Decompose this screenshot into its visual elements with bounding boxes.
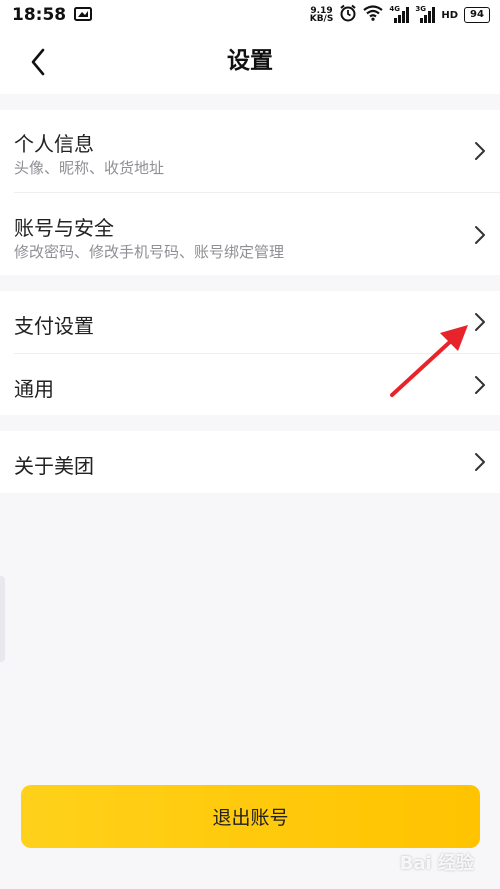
chevron-right-icon xyxy=(475,142,485,160)
wifi-icon xyxy=(363,5,384,25)
edge-handle[interactable] xyxy=(0,576,5,662)
row-title: 通用 xyxy=(14,377,54,401)
watermark-text: Bai 经验 xyxy=(399,853,474,874)
settings-row-profile[interactable]: 个人信息 头像、昵称、收货地址 xyxy=(0,110,500,192)
row-title: 账号与安全 xyxy=(14,216,114,240)
alarm-icon xyxy=(339,4,357,26)
chevron-right-icon xyxy=(475,313,485,331)
settings-row-general[interactable]: 通用 xyxy=(0,353,500,415)
row-subtitle: 修改密码、修改手机号码、账号绑定管理 xyxy=(14,243,285,261)
settings-group-personal: 个人信息 头像、昵称、收货地址 账号与安全 修改密码、修改手机号码、账号绑定管理 xyxy=(0,110,500,275)
row-subtitle: 头像、昵称、收货地址 xyxy=(14,159,165,177)
logout-button[interactable]: 退出账号 xyxy=(21,785,480,848)
settings-row-account[interactable]: 账号与安全 修改密码、修改手机号码、账号绑定管理 xyxy=(0,192,500,275)
network-speed: 9.19 KB/S xyxy=(309,6,334,24)
back-button[interactable] xyxy=(20,44,56,80)
signal-sim1-icon: 4G xyxy=(389,5,410,23)
settings-group-about: 关于美团 xyxy=(0,431,500,493)
logout-label: 退出账号 xyxy=(212,807,289,829)
signal-sim2-icon: 3G xyxy=(415,5,436,23)
settings-group-app: 支付设置 通用 xyxy=(0,291,500,415)
chevron-right-icon xyxy=(475,453,485,471)
chevron-right-icon xyxy=(475,376,485,394)
settings-row-about[interactable]: 关于美团 xyxy=(0,431,500,493)
status-time: 18:58 xyxy=(12,5,67,25)
row-title: 支付设置 xyxy=(14,314,94,338)
row-title: 关于美团 xyxy=(14,454,94,478)
notification-icon xyxy=(74,6,93,25)
chevron-right-icon xyxy=(475,226,485,244)
hd-indicator: HD xyxy=(441,9,458,21)
status-bar: 18:58 9.19 KB/S 4G 3G HD 94 xyxy=(0,0,500,30)
nav-bar: 设置 xyxy=(0,30,500,94)
battery-indicator: 94 xyxy=(464,7,490,23)
watermark: Bai 经验 xyxy=(400,849,474,875)
settings-row-payment[interactable]: 支付设置 xyxy=(0,291,500,353)
page-title: 设置 xyxy=(227,48,273,74)
chevron-left-icon xyxy=(31,48,45,76)
row-title: 个人信息 xyxy=(14,132,94,156)
